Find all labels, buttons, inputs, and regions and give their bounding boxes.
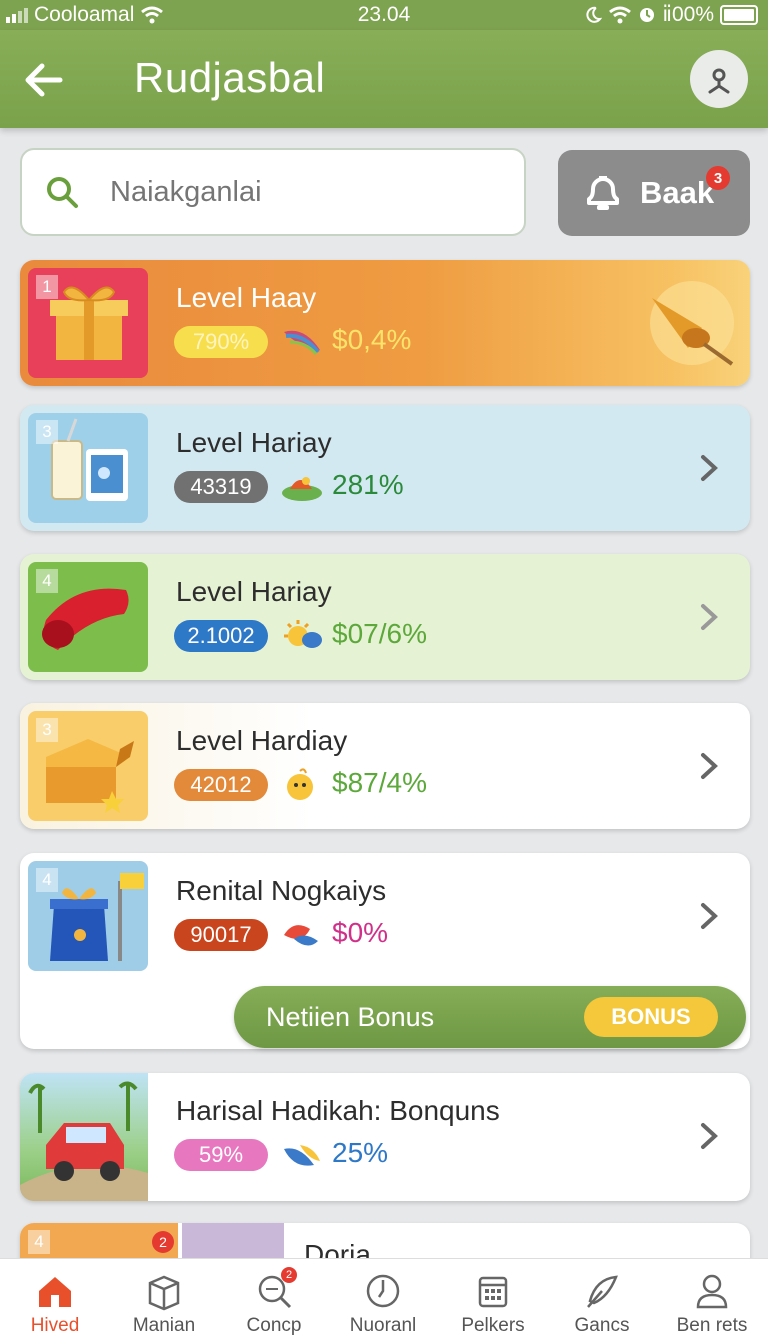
tab-concp[interactable]: 2 Concp bbox=[219, 1259, 329, 1344]
person-icon bbox=[708, 68, 730, 94]
tab-label: Gancs bbox=[574, 1315, 630, 1336]
value-pill: 790% bbox=[174, 326, 268, 358]
tab-gancs[interactable]: Gancs bbox=[547, 1259, 657, 1344]
back-button-label: Baak bbox=[640, 175, 715, 210]
tab-badge: 2 bbox=[281, 1267, 297, 1283]
car-thumbnail bbox=[20, 1073, 148, 1201]
bottom-tab-bar: Hived Manian 2 Concp Nuoranl Pelkers Gan… bbox=[0, 1258, 768, 1344]
battery-icon bbox=[720, 4, 758, 25]
car-icon bbox=[20, 1081, 148, 1201]
rank-badge: 4 bbox=[36, 569, 58, 593]
list-card[interactable]: 4 Level Hariay 2.1002 $07/6% bbox=[20, 554, 750, 680]
bell-icon bbox=[587, 176, 619, 210]
percent-label: $07/6% bbox=[332, 618, 427, 649]
card-title: Renital Nogkaiys bbox=[176, 875, 387, 906]
card-title: Level Hariay bbox=[176, 576, 332, 607]
bonus-bar[interactable]: Netiien Bonus BONUS bbox=[234, 986, 746, 1048]
percent-label: 281% bbox=[332, 469, 404, 500]
leaf-icon bbox=[284, 925, 318, 946]
notification-badge: 3 bbox=[706, 166, 730, 190]
percent-label: $0,4% bbox=[332, 324, 412, 355]
card-title: Level Hardiay bbox=[176, 725, 348, 756]
list-card[interactable]: 3 Level Hariay 43319 281% bbox=[20, 405, 750, 531]
sun-icon bbox=[284, 620, 322, 648]
card-title: Level Haay bbox=[176, 282, 317, 313]
value-pill: 43319 bbox=[174, 471, 268, 503]
card-title: Harisal Hadikah: Bonquns bbox=[176, 1095, 500, 1126]
moon-icon bbox=[586, 6, 603, 23]
battery-percent: ⅱ00% bbox=[662, 3, 714, 26]
drink-thumbnail: 3 bbox=[28, 413, 148, 523]
back-arrow-icon[interactable] bbox=[20, 58, 68, 102]
chevron-right-icon bbox=[701, 753, 718, 779]
tab-manian[interactable]: Manian bbox=[109, 1259, 219, 1344]
chevron-right-icon bbox=[701, 1123, 718, 1149]
user-icon bbox=[696, 1274, 728, 1309]
rank-badge: 4 bbox=[36, 868, 58, 892]
feather-pen-icon bbox=[587, 1275, 618, 1308]
bird-icon bbox=[282, 477, 322, 501]
leaf-icon bbox=[284, 1145, 320, 1166]
gift-thumbnail: 1 bbox=[28, 268, 148, 378]
percent-label: 25% bbox=[332, 1137, 389, 1168]
mailbox-thumbnail: 4 bbox=[28, 861, 148, 971]
tab-ben-rets[interactable]: Ben rets bbox=[657, 1259, 767, 1344]
chevron-right-icon bbox=[701, 903, 718, 929]
tab-home[interactable]: Hived bbox=[0, 1259, 110, 1344]
tab-nuoranl[interactable]: Nuoranl bbox=[328, 1259, 438, 1344]
alarm-icon bbox=[640, 7, 655, 22]
tab-label: Ben rets bbox=[676, 1315, 748, 1336]
page-title: Rudjasbal bbox=[134, 54, 326, 101]
app-bar: Rudjasbal bbox=[0, 30, 768, 128]
value-pill: 2.1002 bbox=[174, 620, 268, 652]
wifi-icon bbox=[609, 6, 632, 23]
profile-button[interactable] bbox=[690, 50, 748, 108]
list-card[interactable]: Harisal Hadikah: Bonquns 59% 25% bbox=[20, 1073, 750, 1201]
status-bar: Cooloamal 23.04 ⅱ00% bbox=[0, 0, 768, 30]
rank-badge: 1 bbox=[36, 275, 58, 299]
cone-icon bbox=[650, 281, 734, 366]
bonus-button[interactable]: BONUS bbox=[584, 997, 718, 1037]
tab-label: Pelkers bbox=[461, 1315, 525, 1336]
tab-label: Nuoranl bbox=[349, 1315, 417, 1336]
calendar-icon bbox=[478, 1276, 508, 1308]
value-pill: 90017 bbox=[174, 919, 268, 951]
clock-icon bbox=[366, 1274, 400, 1308]
percent-label: $87/4% bbox=[332, 767, 427, 798]
value-pill: 42012 bbox=[174, 769, 268, 801]
list-card[interactable]: 3 Level Hardiay 42012 $87/4% bbox=[20, 703, 750, 829]
rank-badge: 4 bbox=[28, 1230, 50, 1254]
tab-label: Manian bbox=[132, 1315, 196, 1336]
feather-icon bbox=[284, 330, 320, 355]
list-card[interactable]: 1 Level Haay 790% $0,4% bbox=[20, 260, 750, 386]
box-icon bbox=[148, 1275, 180, 1311]
search-icon bbox=[47, 177, 78, 208]
tab-label: Concp bbox=[246, 1315, 302, 1336]
card-title: Level Hariay bbox=[176, 427, 332, 458]
chevron-right-icon bbox=[701, 604, 718, 630]
chick-icon bbox=[287, 768, 313, 800]
tab-label: Hived bbox=[30, 1315, 80, 1336]
rank-badge: 3 bbox=[36, 420, 58, 444]
chevron-right-icon bbox=[701, 455, 718, 481]
search-input[interactable] bbox=[110, 175, 490, 209]
scarf-thumbnail: 4 bbox=[28, 562, 148, 672]
card-badge: 2 bbox=[152, 1231, 174, 1253]
value-pill: 59% bbox=[174, 1139, 268, 1171]
home-icon bbox=[39, 1277, 71, 1307]
box-thumbnail: 3 bbox=[28, 711, 148, 821]
bonus-label: Netiien Bonus bbox=[266, 1002, 435, 1032]
rank-badge: 3 bbox=[36, 718, 58, 742]
tab-pelkers[interactable]: Pelkers bbox=[438, 1259, 548, 1344]
percent-label: $0% bbox=[332, 917, 389, 948]
back-button[interactable]: Baak 3 bbox=[558, 150, 750, 236]
search-box bbox=[20, 148, 526, 236]
